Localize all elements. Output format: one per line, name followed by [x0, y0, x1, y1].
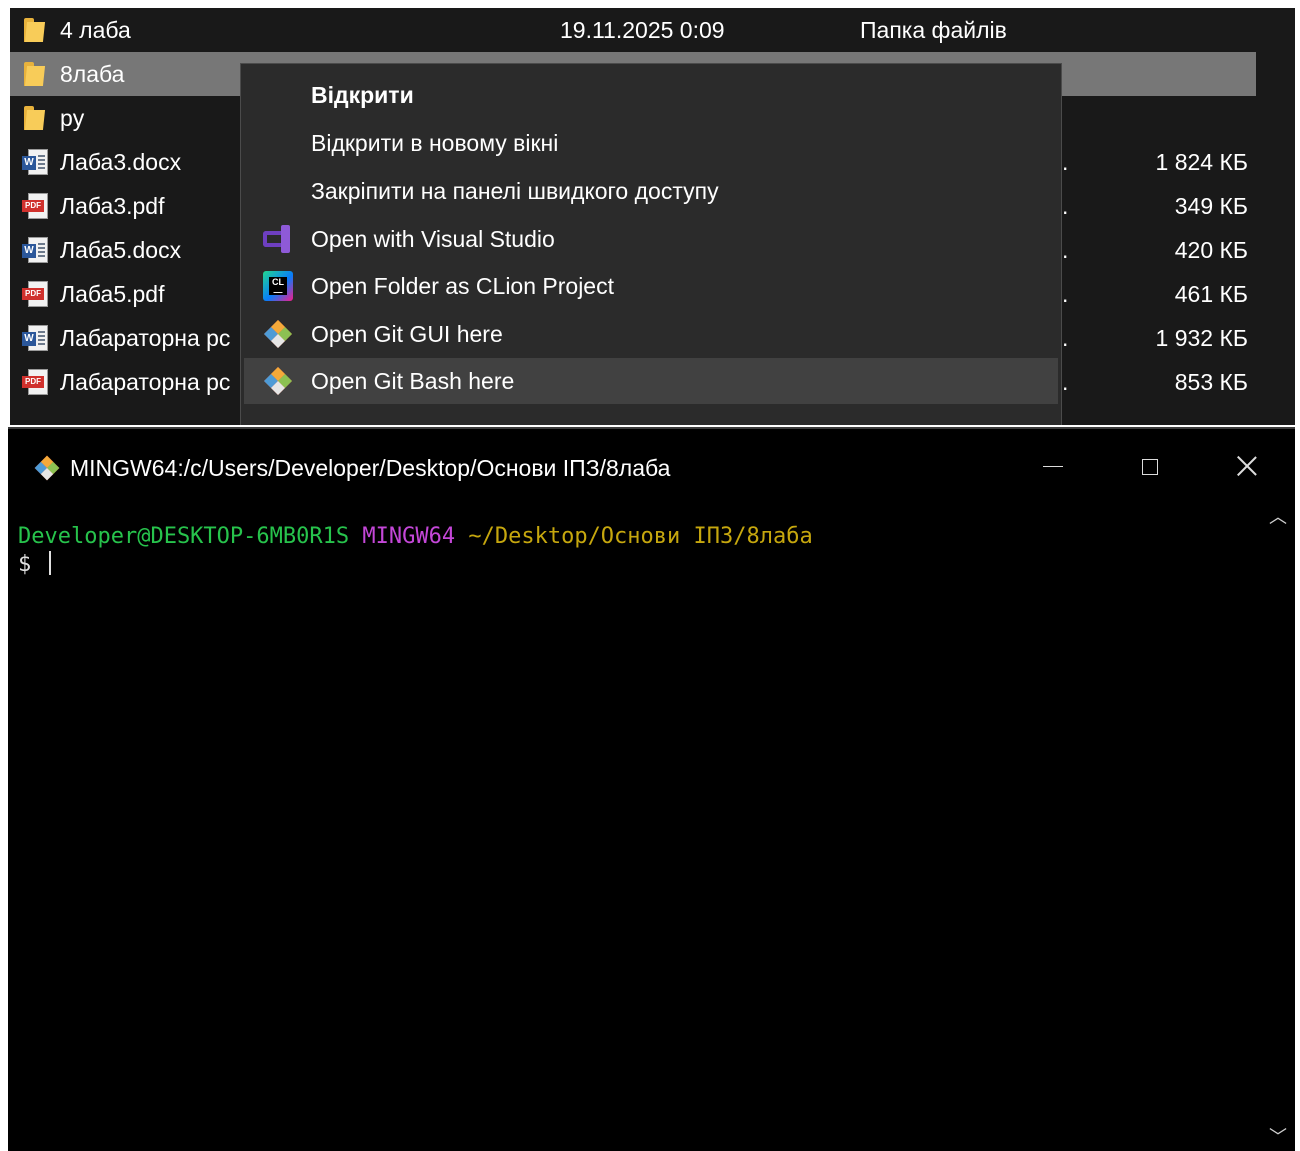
file-name: 8лаба — [60, 61, 125, 87]
word-doc-icon: W — [22, 324, 48, 352]
prompt-path: ~/Desktop/Основи ІПЗ/8лаба — [468, 524, 813, 549]
prompt-environment: MINGW64 — [362, 524, 456, 549]
prompt-symbol: $ — [18, 552, 32, 577]
file-name: Лабараторна рс — [60, 369, 231, 395]
file-type-truncated: . — [1062, 193, 1069, 219]
folder-icon — [22, 16, 48, 44]
file-size: 1 824 КБ — [1155, 149, 1248, 175]
file-type-truncated: . — [1062, 369, 1069, 395]
file-row-4-laba[interactable]: 4 лаба 19.11.2025 0:09 Папка файлів — [10, 8, 1256, 52]
minimize-button[interactable] — [1018, 443, 1078, 489]
pdf-icon: PDF — [22, 280, 48, 308]
file-size: 853 КБ — [1174, 369, 1248, 395]
file-name: 4 лаба — [60, 17, 131, 43]
context-menu: Відкрити Відкрити в новому вікні Закріпи… — [240, 63, 1062, 425]
menu-item-label: Відкрити в новому вікні — [311, 130, 559, 156]
file-name: Лаба3.docx — [60, 149, 182, 175]
menu-item-label: Open Git GUI here — [311, 321, 503, 347]
file-type-truncated: . — [1062, 237, 1069, 263]
file-size: 420 КБ — [1174, 237, 1248, 263]
file-date: 19.11.2025 0:09 — [560, 17, 725, 43]
maximize-icon — [1142, 459, 1158, 475]
title-bar[interactable]: MINGW64:/c/Users/Developer/Desktop/Основ… — [8, 429, 1295, 507]
text-cursor — [48, 551, 51, 575]
menu-item-open-visual-studio[interactable]: Open with Visual Studio — [244, 216, 1058, 262]
prompt-user-host: Developer@DESKTOP-6MB0R1S — [18, 524, 350, 549]
file-name: Лаба5.docx — [60, 237, 182, 263]
menu-item-open-clion[interactable]: CL — Open Folder as CLion Project — [244, 263, 1058, 309]
file-type-truncated: . — [1062, 281, 1069, 307]
clion-icon: CL — — [261, 270, 295, 302]
file-type: Папка файлів — [860, 17, 1007, 43]
pdf-icon: PDF — [22, 368, 48, 396]
file-name: Лаба3.pdf — [60, 193, 165, 219]
file-size: 1 932 КБ — [1155, 325, 1248, 351]
close-button[interactable] — [1216, 443, 1276, 489]
menu-item-label: Open with Visual Studio — [311, 226, 555, 252]
menu-item-pin-quick-access[interactable]: Закріпити на панелі швидкого доступу — [244, 168, 1058, 214]
file-name: Лаба5.pdf — [60, 281, 165, 307]
menu-item-open-new-window[interactable]: Відкрити в новому вікні — [244, 120, 1058, 166]
file-name: Лабараторна рс — [60, 325, 231, 351]
word-doc-icon: W — [22, 236, 48, 264]
file-type-truncated: . — [1062, 325, 1069, 351]
terminal-output[interactable]: Developer@DESKTOP-6MB0R1S MINGW64 ~/Desk… — [18, 523, 813, 579]
folder-icon — [22, 104, 48, 132]
file-name: py — [60, 105, 85, 131]
menu-item-label: Відкрити — [311, 82, 414, 108]
menu-item-open-git-bash[interactable]: Open Git Bash here — [244, 358, 1058, 404]
menu-item-open[interactable]: Відкрити — [244, 72, 1058, 118]
git-bash-terminal-window[interactable]: MINGW64:/c/Users/Developer/Desktop/Основ… — [8, 427, 1295, 1151]
minimize-icon — [1043, 466, 1063, 467]
menu-item-label: Open Git Bash here — [311, 368, 515, 394]
file-type-truncated: . — [1062, 149, 1069, 175]
file-explorer-list: 4 лаба 19.11.2025 0:09 Папка файлів 8лаб… — [10, 8, 1295, 425]
menu-item-open-git-gui[interactable]: Open Git GUI here — [244, 311, 1058, 357]
pdf-icon: PDF — [22, 192, 48, 220]
word-doc-icon: W — [22, 148, 48, 176]
file-size: 349 КБ — [1174, 193, 1248, 219]
scroll-down-arrow-icon[interactable]: ﹀ — [1266, 1125, 1290, 1149]
window-title: MINGW64:/c/Users/Developer/Desktop/Основ… — [70, 455, 671, 481]
scroll-up-arrow-icon[interactable]: ︿ — [1266, 505, 1290, 529]
menu-item-label: Open Folder as CLion Project — [311, 273, 614, 299]
file-size: 461 КБ — [1174, 281, 1248, 307]
git-icon — [261, 318, 295, 350]
folder-icon — [22, 60, 48, 88]
maximize-button[interactable] — [1120, 443, 1180, 489]
git-icon — [261, 365, 295, 397]
menu-item-label: Закріпити на панелі швидкого доступу — [311, 178, 719, 204]
git-bash-icon — [32, 453, 62, 483]
visual-studio-icon — [261, 223, 295, 255]
